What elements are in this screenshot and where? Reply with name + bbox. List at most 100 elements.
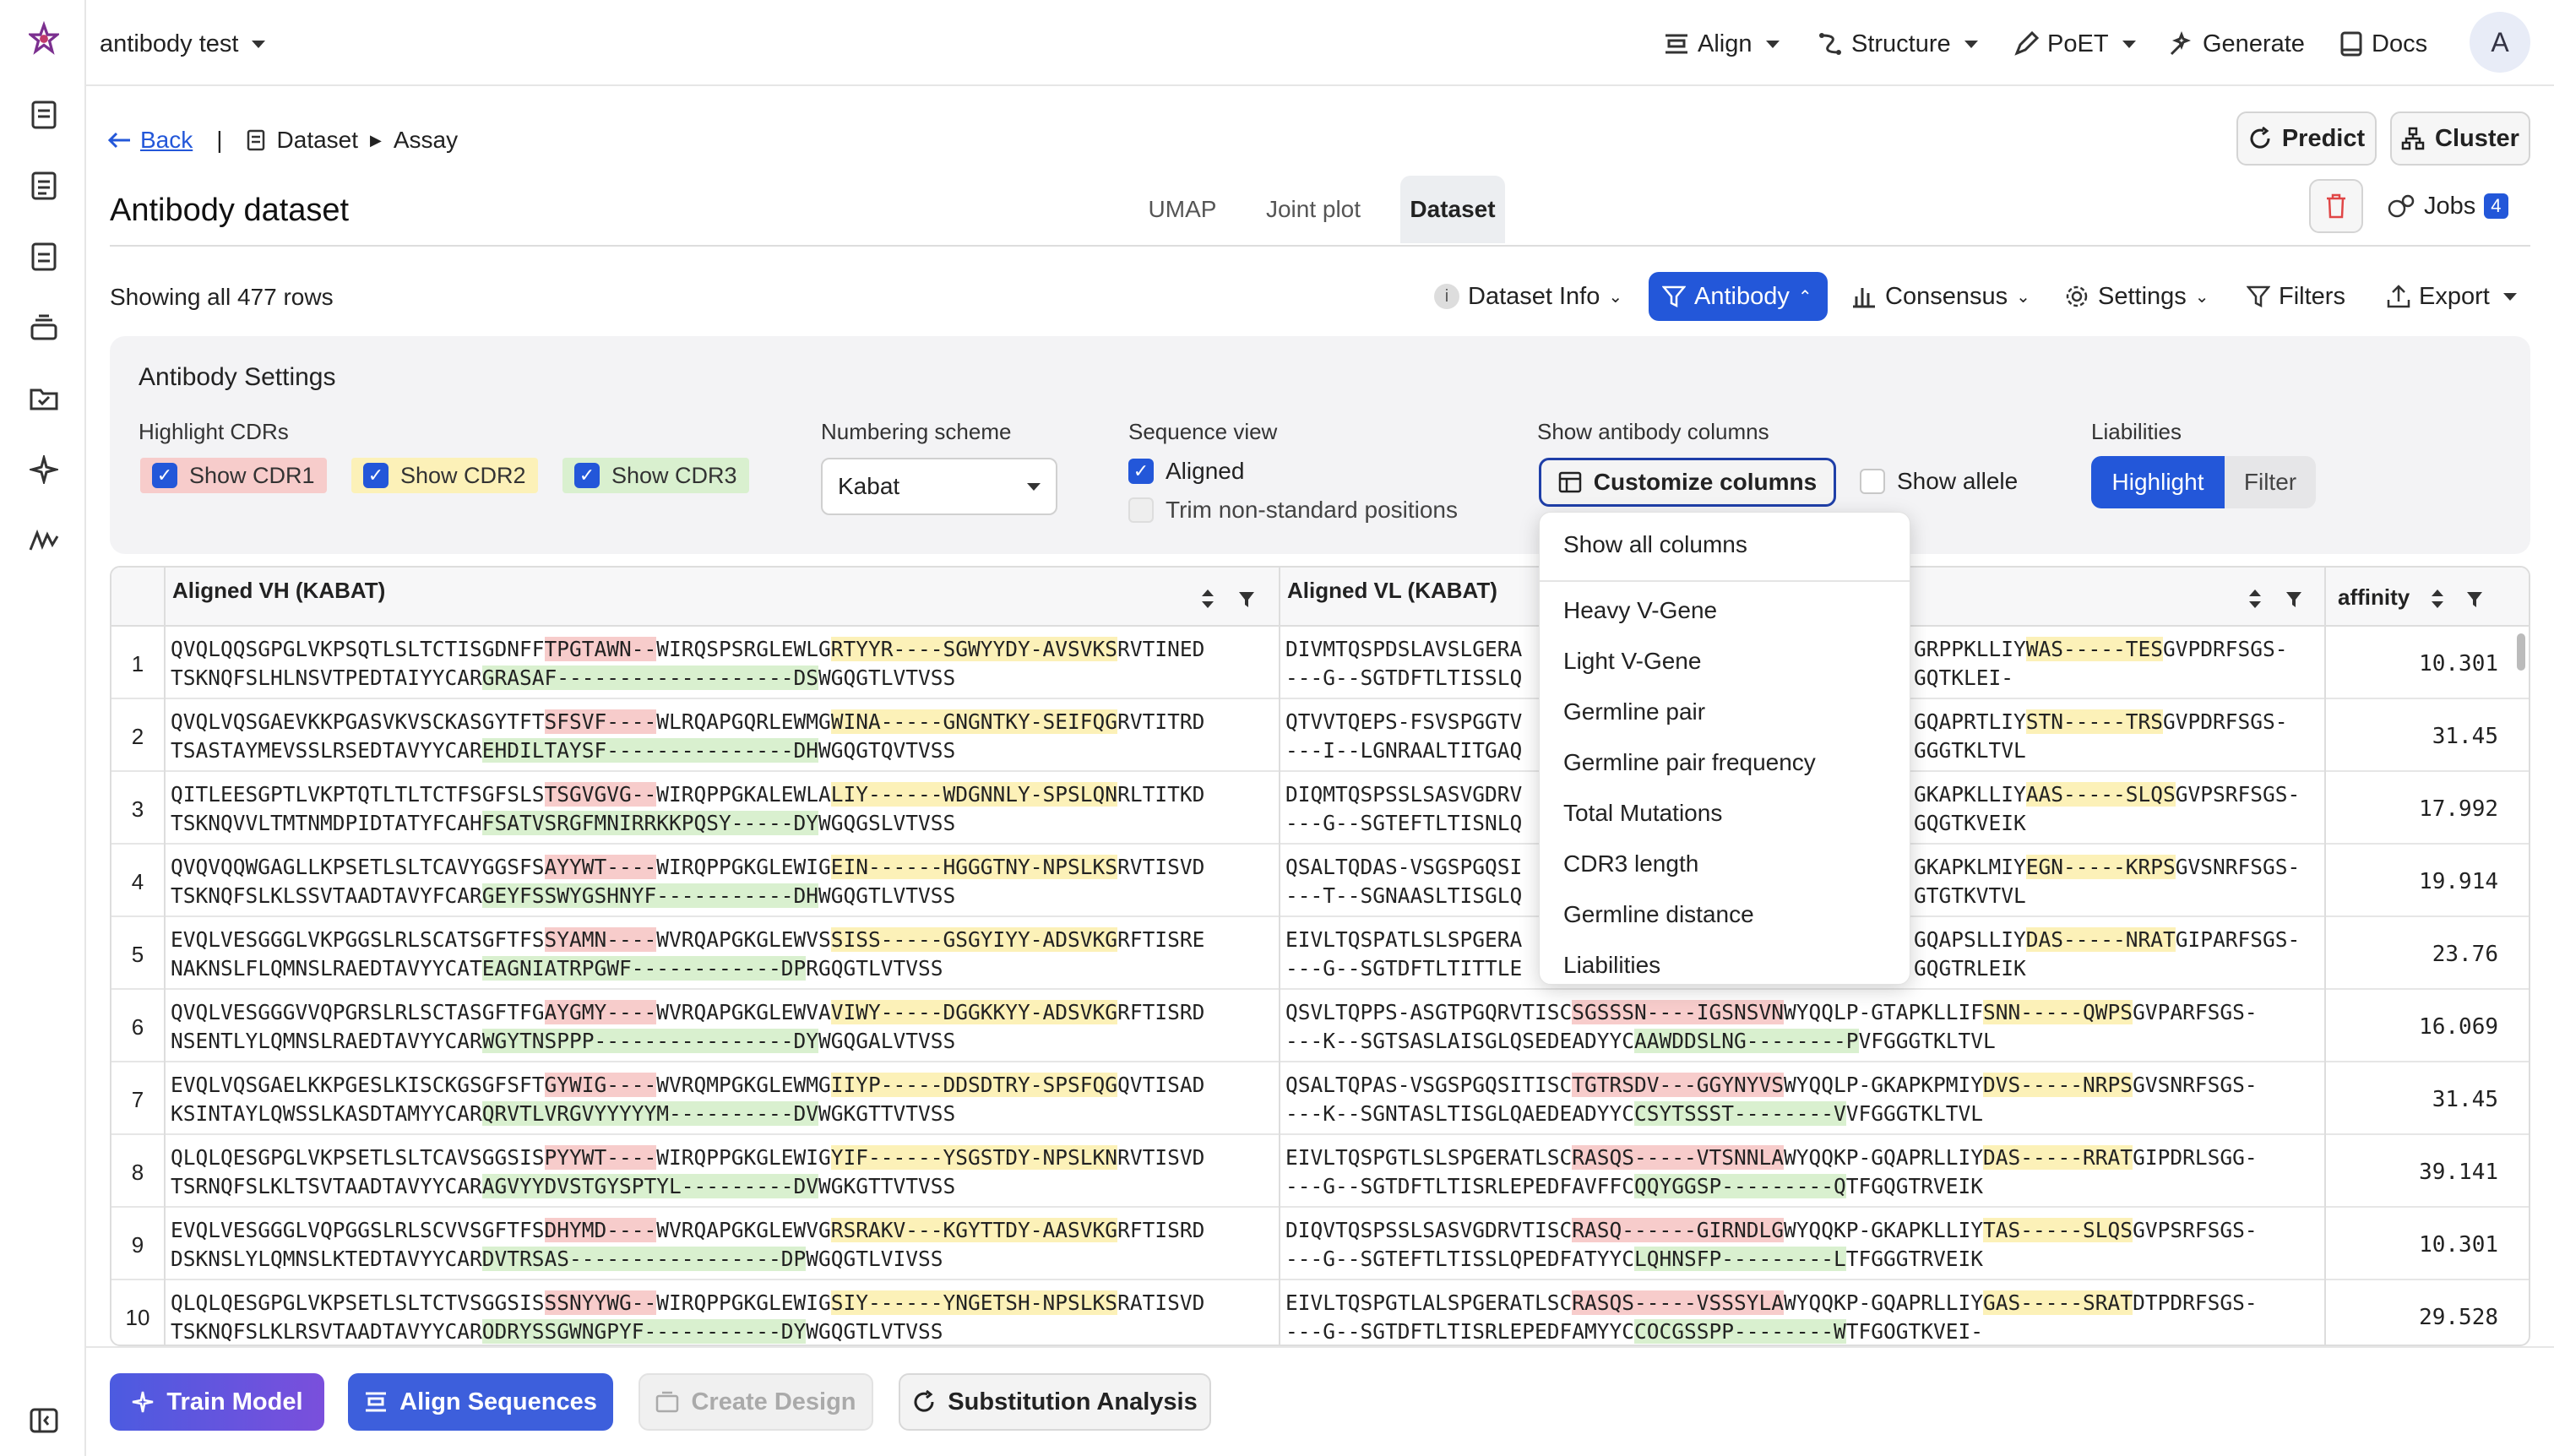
column-header-vl[interactable]: Aligned VL (KABAT) [1287,578,1497,604]
vh-sequence-cell[interactable]: QVQVQQWGAGLLKPSETLSLTCAVYGGSFSAYYWT----W… [171,853,1204,910]
create-design-button[interactable]: Create Design [638,1373,873,1431]
show-cdr2-checkbox[interactable]: ✓ Show CDR2 [351,458,538,493]
vh-sequence-cell[interactable]: QLQLQESGPGLVKPSETLSLTCAVSGGSISPYYWT----W… [171,1144,1204,1201]
table-row[interactable]: 1 QVQLQQSGPGLVKPSQTLSLTCTISGDNFFTPGTAWN--… [111,628,2529,699]
vh-sequence-cell[interactable]: QVQLQQSGPGLVKPSQTLSLTCTISGDNFFTPGTAWN--W… [171,635,1204,693]
jobs-button[interactable]: Jobs 4 [2387,187,2508,225]
column-header-affinity[interactable]: affinity [2338,584,2410,611]
column-header-vh[interactable]: Aligned VH (KABAT) [172,578,385,604]
vl-sequence-cell[interactable]: QSALTQDAS-VSGSPGQSI ---T--SGNAASLTISGLQ [1285,853,1522,910]
app-logo-icon[interactable] [29,20,59,55]
nav-poet[interactable]: PoET [2013,25,2136,62]
breadcrumb-assay[interactable]: Assay [394,127,458,154]
align-sequences-button[interactable]: Align Sequences [348,1373,613,1431]
file-icon[interactable] [29,171,59,201]
notes-icon[interactable] [29,242,59,272]
consensus-button[interactable]: Consensus ⌄ [1851,272,2030,321]
vh-sequence-cell[interactable]: QLQLQESGPGLVKPSETLSLTCTVSGGSISSSNYYWG--W… [171,1289,1204,1345]
vh-sequence-cell[interactable]: QVQLVQSGAEVKKPGASVKVSCKASGYTFTSFSVF----W… [171,708,1204,765]
numbering-scheme-select[interactable]: Kabat [821,458,1057,515]
cluster-button[interactable]: Cluster [2390,111,2530,166]
table-row[interactable]: 2 QVQLVQSGAEVKKPGASVKVSCKASGYTFTSFSVF----… [111,701,2529,772]
table-row[interactable]: 8 QLQLQESGPGLVKPSETLSLTCAVSGGSISPYYWT----… [111,1137,2529,1208]
nav-structure[interactable]: Structure [1818,25,1978,62]
folder-icon[interactable] [29,383,59,414]
tab-dataset[interactable]: Dataset [1400,176,1505,243]
collapse-sidebar-icon[interactable] [29,1405,59,1436]
table-scrollbar[interactable] [2517,633,2525,671]
table-row[interactable]: 10 QLQLQESGPGLVKPSETLSLTCTVSGGSISSSNYYWG-… [111,1282,2529,1345]
trim-checkbox[interactable]: Trim non-standard positions [1128,495,1458,525]
filter-icon[interactable] [2285,586,2302,611]
dataset-info-button[interactable]: i Dataset Info ⌄ [1434,272,1622,321]
vl-sequence-tail[interactable]: GQAPRTLIYSTN-----TRSGVPDRFSGS- GGGTKLTVL [1914,708,2288,765]
vl-sequence-cell[interactable]: DIQVTQSPSSLSASVGDRVTISCRASQ------GIRNDLG… [1285,1216,2258,1274]
train-model-button[interactable]: Train Model [110,1373,324,1431]
column-option[interactable]: Liabilities [1563,952,1660,979]
delete-button[interactable] [2309,179,2363,233]
vl-sequence-cell[interactable]: EIVLTQSPATLSLSPGERA ---G--SGTDFTLTITTLE [1285,926,1522,983]
vl-sequence-cell[interactable]: EIVLTQSPGTLALSPGERATLSCRASQS-----VSSSYLA… [1285,1289,2258,1345]
vl-sequence-cell[interactable]: QTVVTQEPS-FSVSPGGTV ---I--LGNRAALTITGAQ [1285,708,1522,765]
show-cdr1-checkbox[interactable]: ✓ Show CDR1 [140,458,327,493]
column-option[interactable]: CDR3 length [1563,850,1698,877]
table-row[interactable]: 4 QVQVQQWGAGLLKPSETLSLTCAVYGGSFSAYYWT----… [111,846,2529,917]
antibody-button[interactable]: Antibody ⌃ [1649,272,1828,321]
vl-sequence-tail[interactable]: GKAPKLMIYEGN-----KRPSGVSNRFSGS- GTGTKVTVL [1914,853,2300,910]
column-option[interactable]: Germline distance [1563,901,1754,928]
back-link[interactable]: Back [108,127,193,154]
vl-sequence-cell[interactable]: DIVMTQSPDSLAVSLGERA ---G--SGTDFTLTISSLQ [1285,635,1522,693]
vh-sequence-cell[interactable]: QVQLVESGGGVVQPGRSLRLSCTASGFTFGAYGMY----W… [171,998,1204,1056]
column-option[interactable]: Heavy V-Gene [1563,597,1717,624]
vl-sequence-cell[interactable]: EIVLTQSPGTLSLSPGERATLSCRASQS-----VTSNNLA… [1285,1144,2258,1201]
column-option[interactable]: Germline pair frequency [1563,749,1816,776]
show-allele-checkbox[interactable]: Show allele [1860,466,2018,497]
table-row[interactable]: 7 EVQLVQSGAELKKPGESLKISCKGSGFSFTGYWIG----… [111,1064,2529,1135]
settings-button[interactable]: Settings ⌄ [2064,272,2209,321]
column-option[interactable]: Total Mutations [1563,800,1722,827]
liabilities-highlight-toggle[interactable]: Highlight [2091,456,2225,508]
table-row[interactable]: 3 QITLEESGPTLVKPTQTLTLTCTFSGFSLSTSGVGVG--… [111,774,2529,845]
breadcrumb-dataset[interactable]: Dataset [277,127,359,154]
vh-sequence-cell[interactable]: EVQLVQSGAELKKPGESLKISCKGSGFSFTGYWIG----W… [171,1071,1204,1128]
vl-sequence-cell[interactable]: QSVLTQPPS-ASGTPGQRVTISCSGSSSN----IGSNSVN… [1285,998,2258,1056]
show-all-columns-option[interactable]: Show all columns [1563,531,1747,558]
aligned-checkbox[interactable]: ✓ Aligned [1128,456,1244,486]
customize-columns-button[interactable]: Customize columns [1539,458,1836,507]
liabilities-filter-toggle[interactable]: Filter [2225,456,2316,508]
stack-icon[interactable] [29,312,59,343]
vh-sequence-cell[interactable]: QITLEESGPTLVKPTQTLTLTCTFSGFSLSTSGVGVG--W… [171,780,1204,838]
vl-sequence-tail[interactable]: GKAPKLLIYAAS-----SLQSGVPSRFSGS- GQGTKVEIK [1914,780,2300,838]
filter-icon[interactable] [2466,586,2483,611]
vl-sequence-tail[interactable]: GRPPKLLIYWAS-----TESGVPDRFSGS- GQTKLEI- [1914,635,2288,693]
export-button[interactable]: Export [2387,272,2517,321]
nav-docs[interactable]: Docs [2339,25,2427,62]
filters-button[interactable]: Filters [2247,272,2345,321]
tab-joint-plot[interactable]: Joint plot [1250,176,1377,243]
table-row[interactable]: 5 EVQLVESGGGLVKPGGSLRLSCATSGFTFSSYAMN----… [111,919,2529,990]
predict-button[interactable]: Predict [2236,111,2377,166]
table-row[interactable]: 9 EVQLVESGGGLVQPGGSLRLSCVVSGFTFSDHYMD----… [111,1209,2529,1280]
column-option[interactable]: Light V-Gene [1563,648,1701,675]
substitution-analysis-button[interactable]: Substitution Analysis [899,1373,1211,1431]
vl-sequence-cell[interactable]: QSALTQPAS-VSGSPGQSITISCTGTRSDV---GGYNYVS… [1285,1071,2258,1128]
vh-sequence-cell[interactable]: EVQLVESGGGLVKPGGSLRLSCATSGFTFSSYAMN----W… [171,926,1204,983]
tab-umap[interactable]: UMAP [1132,176,1233,243]
filter-icon[interactable] [1238,586,1255,611]
nav-generate[interactable]: Generate [2169,25,2305,62]
sparkle-icon[interactable] [29,454,59,485]
chart-icon[interactable] [29,525,59,556]
avatar[interactable]: A [2470,12,2530,73]
project-selector[interactable]: antibody test [100,25,266,62]
show-cdr3-checkbox[interactable]: ✓ Show CDR3 [562,458,749,493]
column-option[interactable]: Germline pair [1563,698,1705,725]
sort-icon[interactable] [1199,586,1216,611]
table-row[interactable]: 6 QVQLVESGGGVVQPGRSLRLSCTASGFTFGAYGMY----… [111,991,2529,1062]
document-icon[interactable] [29,100,59,130]
nav-align[interactable]: Align [1664,25,1780,62]
vl-sequence-tail[interactable]: GQAPSLLIYDAS-----NRATGIPARFSGS- GQGTRLEIK [1914,926,2300,983]
sort-icon[interactable] [2247,586,2263,611]
sort-icon[interactable] [2429,586,2446,611]
vh-sequence-cell[interactable]: EVQLVESGGGLVQPGGSLRLSCVVSGFTFSDHYMD----W… [171,1216,1204,1274]
vl-sequence-cell[interactable]: DIQMTQSPSSLSASVGDRV ---G--SGTEFTLTISNLQ [1285,780,1522,838]
